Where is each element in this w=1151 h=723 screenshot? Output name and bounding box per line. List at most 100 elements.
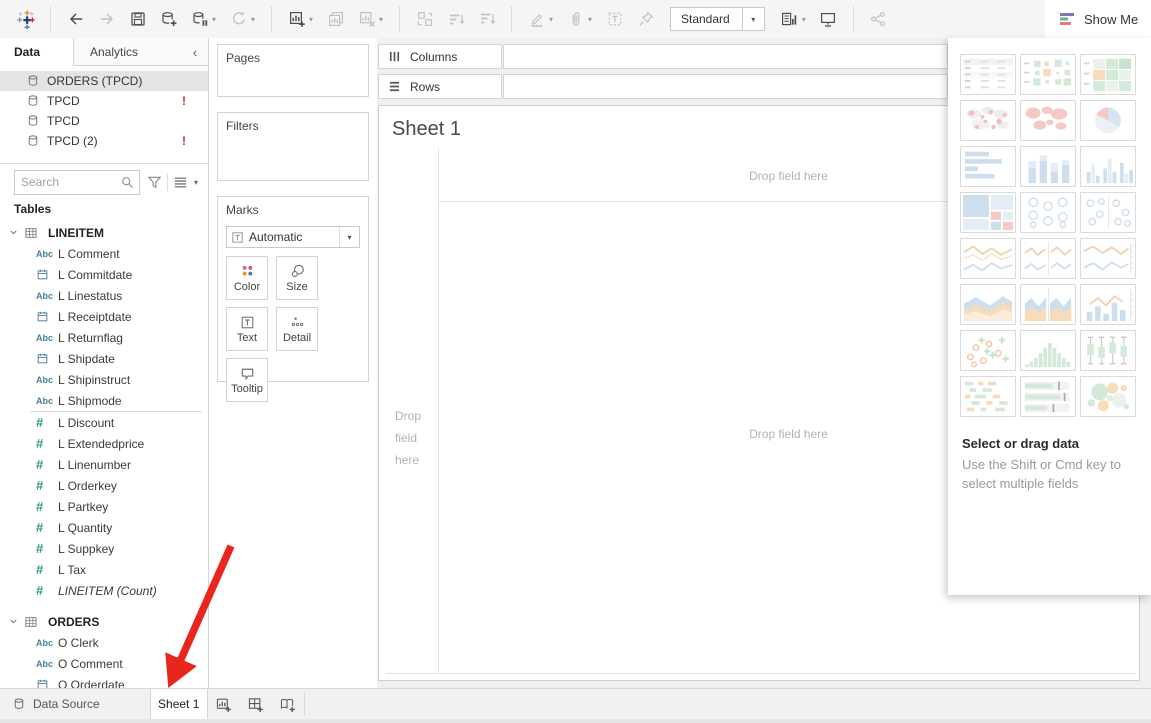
field-item[interactable]: AbcL Linestatus [0,285,208,306]
datasource-item[interactable]: TPCD [0,111,208,131]
chart-type-text-table-icon[interactable] [960,54,1016,95]
field-item[interactable]: #L Discount [0,412,208,433]
clear-sheet-icon[interactable] [354,6,379,32]
run-auto-updates-icon[interactable] [226,6,251,32]
chart-type-filled-map-icon[interactable] [1020,100,1076,141]
chevron-down-icon[interactable] [8,616,24,627]
filter-fields-icon[interactable] [146,174,163,191]
show-hide-cards-icon[interactable] [777,6,802,32]
sort-descending-icon[interactable] [474,6,499,32]
fit-selector-caret[interactable]: ▾ [742,8,764,30]
pause-auto-updates-icon[interactable] [187,6,212,32]
chart-type-side-by-side-bars-icon[interactable] [1080,146,1136,187]
chart-type-circle-views-icon[interactable] [1020,192,1076,233]
run-auto-updates-caret[interactable]: ▾ [251,15,261,24]
pause-auto-updates-caret[interactable]: ▾ [212,15,222,24]
show-me-button[interactable]: Show Me [1045,0,1151,38]
field-item[interactable]: AbcL Comment [0,243,208,264]
view-options-caret[interactable]: ▾ [194,178,198,187]
filters-shelf[interactable]: Filters [217,112,369,181]
chart-type-heat-map-icon[interactable] [1020,54,1076,95]
chart-type-lines-discrete-icon[interactable] [1020,238,1076,279]
field-item[interactable]: #L Suppkey [0,538,208,559]
swap-rows-columns-icon[interactable] [412,6,437,32]
chart-type-area-charts-continuous-icon[interactable] [960,284,1016,325]
data-source-tab[interactable]: Data Source [0,689,118,719]
chart-type-box-and-whisker-icon[interactable] [1080,330,1136,371]
group-members-icon[interactable] [563,6,588,32]
chart-type-pie-chart-icon[interactable] [1080,100,1136,141]
chart-type-bullet-graphs-icon[interactable] [1020,376,1076,417]
chart-type-histogram-icon[interactable] [1020,330,1076,371]
columns-shelf-drop[interactable] [503,44,948,69]
field-item[interactable]: O Orderdate [0,674,208,688]
marks-button-text[interactable]: Text [226,307,268,351]
chart-type-dual-lines-icon[interactable] [1080,238,1136,279]
field-item[interactable]: AbcO Clerk [0,632,208,653]
chart-type-symbol-map-icon[interactable] [960,100,1016,141]
field-item[interactable]: L Shipdate [0,348,208,369]
pages-shelf[interactable]: Pages [217,44,369,97]
new-dashboard-button[interactable] [240,689,272,719]
rows-shelf-drop[interactable] [503,74,948,99]
field-item[interactable]: L Receiptdate [0,306,208,327]
share-icon[interactable] [866,6,891,32]
clear-sheet-caret[interactable]: ▾ [379,15,389,24]
field-item[interactable]: AbcL Shipinstruct [0,369,208,390]
chart-type-packed-bubbles-icon[interactable] [1080,376,1136,417]
chart-type-side-by-side-circles-icon[interactable] [1080,192,1136,233]
group-members-caret[interactable]: ▾ [588,15,598,24]
collapse-pane-button[interactable]: ‹ [182,38,208,66]
marks-button-detail[interactable]: Detail [276,307,318,351]
chevron-down-icon[interactable] [8,227,24,238]
field-item[interactable]: #LINEITEM (Count) [0,580,208,601]
presentation-mode-icon[interactable] [816,6,841,32]
highlight-caret[interactable]: ▾ [549,15,559,24]
field-item[interactable]: L Commitdate [0,264,208,285]
sheet-tab-active[interactable]: Sheet 1 [150,689,208,719]
field-item[interactable]: #L Orderkey [0,475,208,496]
fit-selector[interactable]: Standard▾ [670,7,765,31]
datasource-item[interactable]: TPCD! [0,91,208,111]
new-worksheet-icon[interactable] [284,6,309,32]
chart-type-dual-combination-icon[interactable] [1080,284,1136,325]
marks-button-tooltip[interactable]: Tooltip [226,358,268,402]
undo-icon[interactable] [63,6,88,32]
drop-zone-rows[interactable]: Drop field here [395,405,433,471]
new-worksheet-caret[interactable]: ▾ [309,15,319,24]
chart-type-scatter-plots-icon[interactable] [960,330,1016,371]
chart-type-gantt-icon[interactable] [960,376,1016,417]
field-item[interactable]: #L Partkey [0,496,208,517]
field-item[interactable]: #L Quantity [0,517,208,538]
datasource-item[interactable]: ORDERS (TPCD) [0,71,208,91]
show-mark-labels-icon[interactable] [602,6,627,32]
field-item[interactable]: AbcO Comment [0,653,208,674]
field-item[interactable]: #L Extendedprice [0,433,208,454]
marks-button-size[interactable]: Size [276,256,318,300]
new-data-source-icon[interactable] [156,6,181,32]
chart-type-treemap-icon[interactable] [960,192,1016,233]
datasource-item[interactable]: TPCD (2)! [0,131,208,151]
chart-type-horizontal-bars-icon[interactable] [960,146,1016,187]
chart-type-lines-continuous-icon[interactable] [960,238,1016,279]
new-story-button[interactable] [272,689,304,719]
duplicate-icon[interactable] [323,6,348,32]
new-worksheet-tab-button[interactable] [208,689,240,719]
chart-type-highlight-table-icon[interactable] [1080,54,1136,95]
field-item[interactable]: AbcL Shipmode [0,390,208,411]
table-group-header[interactable]: ORDERS [0,611,208,632]
tab-analytics[interactable]: Analytics [74,38,182,66]
show-hide-cards-caret[interactable]: ▾ [802,15,812,24]
mark-type-dropdown[interactable]: Automatic ▾ [226,226,360,248]
fix-axes-icon[interactable] [633,6,658,32]
redo-icon[interactable] [94,6,119,32]
highlight-icon[interactable] [524,6,549,32]
sort-ascending-icon[interactable] [443,6,468,32]
chart-type-area-charts-discrete-icon[interactable] [1020,284,1076,325]
search-input[interactable] [15,175,120,189]
field-item[interactable]: #L Linenumber [0,454,208,475]
chart-type-stacked-bars-icon[interactable] [1020,146,1076,187]
marks-button-color[interactable]: Color [226,256,268,300]
field-item[interactable]: AbcL Returnflag [0,327,208,348]
view-options-icon[interactable] [172,174,189,191]
